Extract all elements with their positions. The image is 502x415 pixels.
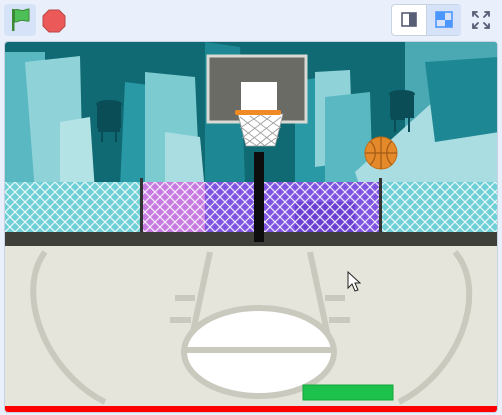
large-stage-mode-icon <box>435 11 453 28</box>
stop-sign-icon <box>42 9 66 33</box>
court-ledge <box>5 232 497 246</box>
red-floor-line <box>5 406 497 412</box>
fence-post-left <box>140 178 143 234</box>
stop-button[interactable] <box>40 4 68 36</box>
stage-canvas[interactable] <box>4 41 498 413</box>
large-stage-button[interactable] <box>427 5 461 35</box>
small-stage-mode-icon <box>401 12 417 27</box>
paddle-sprite[interactable] <box>302 384 394 401</box>
basketball[interactable] <box>364 136 398 170</box>
fence-post-right <box>379 178 382 234</box>
basketball-court-scene <box>5 42 497 412</box>
chain-link-fence <box>5 182 497 234</box>
green-flag-icon <box>12 8 30 31</box>
green-flag-button[interactable] <box>4 4 36 36</box>
stage-size-toggle <box>391 4 461 36</box>
hoop-rim <box>235 110 281 115</box>
hoop-pole <box>254 152 264 242</box>
small-stage-button[interactable] <box>392 5 427 35</box>
fullscreen-button[interactable] <box>465 4 497 36</box>
stage-header <box>0 0 502 40</box>
backboard-target-square <box>241 82 277 110</box>
fullscreen-icon <box>472 11 490 29</box>
